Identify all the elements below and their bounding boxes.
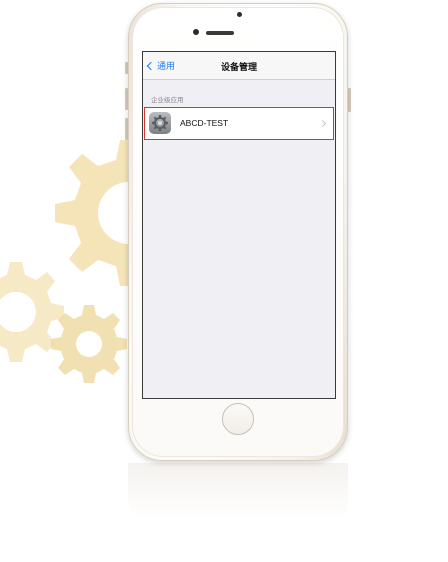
power-button xyxy=(348,88,351,112)
list-item-app[interactable]: ABCD-TEST xyxy=(144,107,334,140)
gear-glyph-icon xyxy=(152,115,168,131)
earpiece-speaker-icon xyxy=(206,31,234,35)
proximity-sensor-icon xyxy=(193,29,199,35)
section-header: 企业级应用 xyxy=(151,97,184,104)
small-gear-left-icon xyxy=(0,262,64,362)
navigation-bar: 通用 设备管理 xyxy=(143,52,335,80)
page-title: 设备管理 xyxy=(220,62,257,72)
device-scene: 通用 设备管理 企业级应用 ABCD-TEST xyxy=(0,0,448,562)
app-name-label: ABCD-TEST xyxy=(180,118,229,128)
small-gear-right-icon xyxy=(51,305,127,383)
phone-reflection xyxy=(128,463,348,533)
front-camera-icon xyxy=(237,12,242,17)
home-button[interactable] xyxy=(222,403,254,435)
phone-screen: 通用 设备管理 企业级应用 ABCD-TEST xyxy=(142,51,336,399)
settings-gear-icon xyxy=(149,112,171,134)
chevron-right-icon xyxy=(318,119,327,128)
